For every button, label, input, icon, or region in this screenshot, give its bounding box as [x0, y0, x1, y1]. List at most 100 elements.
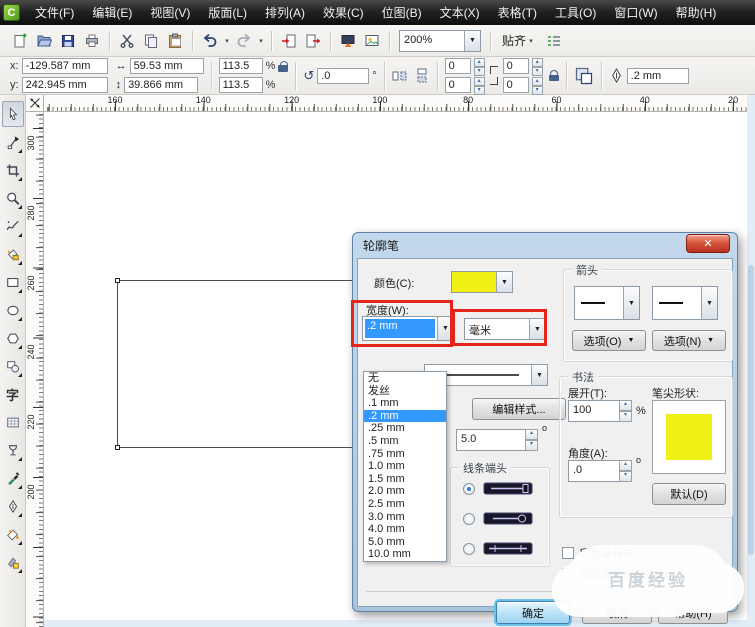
- tool-ellipse[interactable]: [2, 297, 24, 323]
- width-option[interactable]: 4.0 mm: [364, 523, 446, 536]
- style-dropdown-arrow-icon[interactable]: ▼: [531, 365, 547, 385]
- miter-spinner[interactable]: ▴ ▾: [525, 429, 538, 451]
- scrollbar-thumb[interactable]: [748, 265, 754, 555]
- tool-outline-pen[interactable]: [2, 493, 24, 519]
- corner-3-field[interactable]: 0: [444, 77, 471, 93]
- object-width-field[interactable]: 59.53 mm: [129, 58, 204, 74]
- mirror-vertical-icon[interactable]: [414, 68, 430, 84]
- zoom-level-combo[interactable]: 200% ▼: [399, 29, 481, 52]
- tool-smart-fill[interactable]: [2, 241, 24, 267]
- width-option[interactable]: 2.0 mm: [364, 485, 446, 498]
- corner-2-field[interactable]: 0: [502, 58, 529, 74]
- menu-item[interactable]: 排列(A): [256, 0, 314, 25]
- vertical-scrollbar[interactable]: [747, 95, 755, 627]
- copy-button[interactable]: [139, 29, 163, 53]
- ruler-origin-icon[interactable]: [26, 95, 44, 112]
- width-option[interactable]: 3.0 mm: [364, 511, 446, 524]
- tool-text[interactable]: 字: [2, 381, 24, 407]
- width-option[interactable]: .75 mm: [364, 448, 446, 461]
- print-button[interactable]: [80, 29, 104, 53]
- menu-item[interactable]: 效果(C): [314, 0, 373, 25]
- width-option[interactable]: .1 mm: [364, 397, 446, 410]
- angle-value[interactable]: .0: [568, 460, 619, 482]
- menu-item[interactable]: 表格(T): [489, 0, 546, 25]
- cut-button[interactable]: [115, 29, 139, 53]
- undo-button[interactable]: [198, 29, 222, 53]
- dropdown-caret-icon[interactable]: ▾: [222, 37, 232, 45]
- edit-style-button[interactable]: 编辑样式...: [472, 398, 566, 420]
- width-option[interactable]: 1.0 mm: [364, 460, 446, 473]
- behind-fill-checkbox[interactable]: [562, 547, 574, 559]
- tool-interactive-fill[interactable]: [2, 549, 24, 575]
- corner-radius-1-field[interactable]: 0: [444, 58, 471, 74]
- corner-3-spinner[interactable]: ▴ ▾: [473, 77, 485, 95]
- tool-rectangle[interactable]: [2, 269, 24, 295]
- corner-lock-icon[interactable]: [548, 70, 559, 81]
- stretch-value[interactable]: 100: [568, 400, 619, 422]
- width-dropdown-arrow-icon[interactable]: ▼: [437, 317, 453, 340]
- outline-width-combo[interactable]: .2 mm ▼: [362, 316, 454, 341]
- dropdown-caret-icon[interactable]: ▾: [256, 37, 266, 45]
- color-dropdown-arrow-icon[interactable]: ▼: [496, 272, 512, 292]
- width-option[interactable]: 2.5 mm: [364, 498, 446, 511]
- options-n-button[interactable]: 选项(N) ▼: [652, 330, 726, 351]
- import-button[interactable]: [277, 29, 301, 53]
- outline-color-picker[interactable]: ▼: [451, 271, 513, 293]
- mirror-horizontal-icon[interactable]: [392, 68, 408, 84]
- zoom-combo-arrow-icon[interactable]: ▼: [464, 30, 480, 51]
- tool-pick[interactable]: [1, 101, 24, 127]
- width-option[interactable]: 5.0 mm: [364, 536, 446, 549]
- tool-effects[interactable]: [2, 437, 24, 463]
- width-option[interactable]: 无: [364, 372, 446, 385]
- cap-extend-icon[interactable]: [483, 542, 533, 555]
- nib-shape-preview[interactable]: [652, 400, 726, 474]
- tool-eyedropper[interactable]: [2, 465, 24, 491]
- default-button[interactable]: 默认(D): [652, 483, 726, 505]
- menu-item[interactable]: 文件(F): [26, 0, 83, 25]
- width-option[interactable]: 1.5 mm: [364, 473, 446, 486]
- new-button[interactable]: [8, 29, 32, 53]
- corner-4-field[interactable]: 0: [502, 77, 529, 93]
- save-button[interactable]: [56, 29, 80, 53]
- tool-crop[interactable]: [2, 157, 24, 183]
- horizontal-ruler[interactable]: 160 140 120 100 80 60 40 20: [44, 95, 747, 112]
- tool-table[interactable]: [2, 409, 24, 435]
- width-unit-combo[interactable]: 毫米 ▼: [464, 318, 546, 340]
- object-height-field[interactable]: 39.866 mm: [124, 77, 199, 93]
- wrap-text-icon[interactable]: [574, 66, 594, 86]
- paste-button[interactable]: [163, 29, 187, 53]
- corner-1-spinner[interactable]: ▴ ▾: [473, 58, 485, 76]
- options-button[interactable]: [542, 29, 566, 53]
- dialog-title[interactable]: 轮廓笔: [357, 233, 733, 258]
- vertical-ruler[interactable]: 300 280 260 240 220 200: [26, 112, 44, 627]
- stretch-spinner[interactable]: ▴ ▾: [619, 400, 632, 422]
- menu-item[interactable]: 视图(V): [141, 0, 199, 25]
- options-o-button[interactable]: 选项(O) ▼: [572, 330, 646, 351]
- node-handle[interactable]: [115, 278, 120, 283]
- menu-item[interactable]: 工具(O): [546, 0, 605, 25]
- menu-item[interactable]: 位图(B): [373, 0, 431, 25]
- menu-item[interactable]: 版面(L): [199, 0, 256, 25]
- angle-spinner[interactable]: ▴ ▾: [619, 460, 632, 482]
- start-arrow-dropdown-icon[interactable]: ▼: [623, 287, 639, 319]
- menu-item[interactable]: 文本(X): [431, 0, 489, 25]
- miter-limit-value[interactable]: 5.0: [456, 429, 525, 451]
- y-position-field[interactable]: 242.945 mm: [21, 77, 108, 93]
- start-arrowhead-combo[interactable]: ▼: [574, 286, 640, 320]
- tool-freehand[interactable]: [2, 213, 24, 239]
- scale-lock-icon[interactable]: [278, 60, 289, 72]
- rotation-angle-field[interactable]: .0: [317, 67, 370, 84]
- snap-to-button[interactable]: 贴齐 ▾: [496, 29, 542, 52]
- open-button[interactable]: [32, 29, 56, 53]
- corner-4-spinner[interactable]: ▴ ▾: [531, 77, 543, 95]
- cap-butt-icon[interactable]: [483, 482, 533, 495]
- width-option[interactable]: .2 mm: [364, 409, 446, 423]
- tool-shape-edit[interactable]: [2, 129, 24, 155]
- cap-round-icon[interactable]: [483, 512, 533, 525]
- end-arrowhead-combo[interactable]: ▼: [652, 286, 718, 320]
- width-option[interactable]: 发丝: [364, 385, 446, 398]
- corner-2-spinner[interactable]: ▴ ▾: [531, 58, 543, 76]
- close-button[interactable]: ✕: [686, 234, 730, 253]
- node-handle[interactable]: [115, 445, 120, 450]
- unit-dropdown-arrow-icon[interactable]: ▼: [529, 319, 545, 339]
